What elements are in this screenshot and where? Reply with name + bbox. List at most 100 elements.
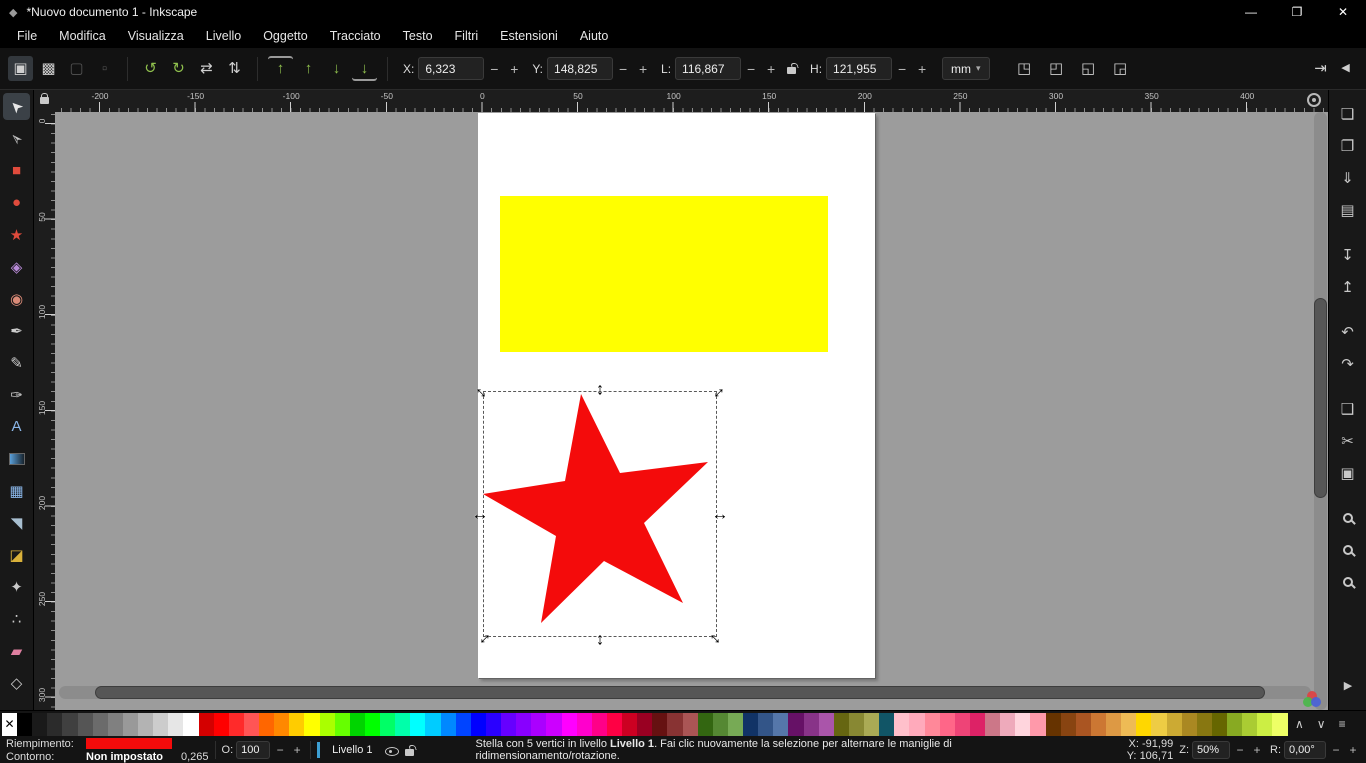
color-swatch[interactable] xyxy=(93,713,108,736)
color-swatch[interactable] xyxy=(909,713,924,736)
eraser-tool[interactable]: ▰ xyxy=(3,637,30,664)
color-swatch[interactable] xyxy=(1046,713,1061,736)
zoom-selection-button[interactable] xyxy=(1335,570,1361,593)
scale-handle-w[interactable]: ↔ xyxy=(472,506,489,523)
commands-expand-button[interactable]: ▶ xyxy=(1329,679,1366,692)
color-swatch[interactable] xyxy=(183,713,198,736)
spiral-tool[interactable]: ◉ xyxy=(3,285,30,312)
color-swatch[interactable] xyxy=(562,713,577,736)
text-tool[interactable]: A xyxy=(3,413,30,440)
zoom-plus-button[interactable]: + xyxy=(1250,743,1264,757)
menu-modifica[interactable]: Modifica xyxy=(48,26,117,46)
scale-stroke-toggle[interactable]: ◳ xyxy=(1012,56,1037,81)
color-swatch[interactable] xyxy=(17,713,32,736)
color-swatch[interactable] xyxy=(1106,713,1121,736)
deselect-button[interactable]: ▢ xyxy=(64,56,89,81)
color-swatch[interactable] xyxy=(788,713,803,736)
duplicate-button[interactable]: ❑ xyxy=(1335,397,1361,420)
color-swatch[interactable] xyxy=(32,713,47,736)
raise-to-top-button[interactable]: ↑ xyxy=(268,56,293,81)
minimize-button[interactable]: — xyxy=(1228,0,1274,24)
vertical-scrollbar-thumb[interactable] xyxy=(1314,298,1327,498)
color-swatch[interactable] xyxy=(743,713,758,736)
zoom-drawing-button[interactable] xyxy=(1335,506,1361,529)
flip-vertical-button[interactable]: ⇅ xyxy=(222,56,247,81)
y-plus-button[interactable]: + xyxy=(633,57,653,80)
canvas[interactable]: ↔↕↔↔↔↔↕↔ xyxy=(55,112,1328,710)
color-swatch[interactable] xyxy=(698,713,713,736)
height-plus-button[interactable]: + xyxy=(912,57,932,80)
menu-visualizza[interactable]: Visualizza xyxy=(117,26,195,46)
opacity-plus-button[interactable]: + xyxy=(290,743,304,757)
width-minus-button[interactable]: − xyxy=(741,57,761,80)
color-swatch[interactable] xyxy=(47,713,62,736)
x-input[interactable]: 6,323 xyxy=(418,57,484,80)
color-swatch[interactable] xyxy=(335,713,350,736)
color-swatch[interactable] xyxy=(637,713,652,736)
color-swatch[interactable] xyxy=(667,713,682,736)
color-swatch[interactable] xyxy=(425,713,440,736)
color-swatch[interactable] xyxy=(728,713,743,736)
color-swatch[interactable] xyxy=(501,713,516,736)
scale-handle-s[interactable]: ↕ xyxy=(596,631,605,648)
menu-estensioni[interactable]: Estensioni xyxy=(489,26,569,46)
connector-tool[interactable]: ◇ xyxy=(3,669,30,696)
color-swatch[interactable] xyxy=(894,713,909,736)
color-swatch[interactable] xyxy=(925,713,940,736)
color-swatch[interactable] xyxy=(985,713,1000,736)
gradient-tool[interactable] xyxy=(3,445,30,472)
layer-lock-icon[interactable] xyxy=(405,749,414,756)
color-swatch[interactable] xyxy=(1257,713,1272,736)
menu-oggetto[interactable]: Oggetto xyxy=(252,26,318,46)
calligraphy-tool[interactable]: ✑ xyxy=(3,381,30,408)
new-document-button[interactable]: ❏ xyxy=(1335,102,1361,125)
color-swatch[interactable] xyxy=(244,713,259,736)
color-swatch[interactable] xyxy=(1272,713,1287,736)
color-swatch[interactable] xyxy=(1076,713,1091,736)
color-swatch[interactable] xyxy=(486,713,501,736)
color-swatch[interactable] xyxy=(214,713,229,736)
color-swatch[interactable] xyxy=(1061,713,1076,736)
zoom-input[interactable]: 50% xyxy=(1192,741,1230,759)
color-swatch[interactable] xyxy=(259,713,274,736)
import-button[interactable]: ↧ xyxy=(1335,243,1361,266)
hruler[interactable]: -200-150-100-50050100150200250300350400 xyxy=(55,90,1328,112)
y-input[interactable]: 148,825 xyxy=(547,57,613,80)
close-button[interactable]: ✕ xyxy=(1320,0,1366,24)
color-swatch[interactable] xyxy=(1091,713,1106,736)
color-swatch[interactable] xyxy=(1121,713,1136,736)
star-tool[interactable]: ★ xyxy=(3,221,30,248)
fill-color-swatch[interactable] xyxy=(86,738,172,749)
mesh-tool[interactable]: ▦ xyxy=(3,477,30,504)
color-swatch[interactable] xyxy=(546,713,561,736)
color-swatch[interactable] xyxy=(289,713,304,736)
zoom-minus-button[interactable]: − xyxy=(1233,743,1247,757)
color-swatch[interactable] xyxy=(138,713,153,736)
color-swatch[interactable] xyxy=(1000,713,1015,736)
color-swatch[interactable] xyxy=(1015,713,1030,736)
cut-button[interactable]: ✂ xyxy=(1335,429,1361,452)
color-swatch[interactable] xyxy=(1151,713,1166,736)
palette-scroll-up-button[interactable]: ∧ xyxy=(1295,717,1304,731)
scale-handle-e[interactable]: ↔ xyxy=(712,506,729,523)
color-swatch[interactable] xyxy=(879,713,894,736)
color-swatch[interactable] xyxy=(622,713,637,736)
color-swatch[interactable] xyxy=(1030,713,1045,736)
redo-button[interactable]: ↷ xyxy=(1335,352,1361,375)
open-document-button[interactable]: ❐ xyxy=(1335,134,1361,157)
rotate-ccw-button[interactable]: ↺ xyxy=(138,56,163,81)
yellow-rectangle-object[interactable] xyxy=(500,196,828,352)
rectangle-tool[interactable]: ■ xyxy=(3,157,30,184)
color-swatch[interactable] xyxy=(652,713,667,736)
ellipse-tool[interactable]: ● xyxy=(3,189,30,216)
bucket-tool[interactable]: ◪ xyxy=(3,541,30,568)
menu-testo[interactable]: Testo xyxy=(392,26,444,46)
scale-corners-toggle[interactable]: ◰ xyxy=(1044,56,1069,81)
pen-tool[interactable]: ✒ xyxy=(3,317,30,344)
color-swatch[interactable] xyxy=(864,713,879,736)
stroke-width-value[interactable]: 0,265 xyxy=(181,751,209,763)
undo-button[interactable]: ↶ xyxy=(1335,320,1361,343)
color-swatch[interactable] xyxy=(365,713,380,736)
dock-collapse-button[interactable]: ◀ xyxy=(1333,56,1358,81)
width-input[interactable]: 116,867 xyxy=(675,57,741,80)
